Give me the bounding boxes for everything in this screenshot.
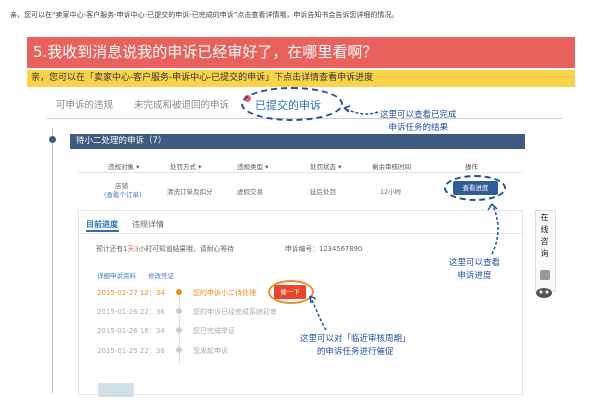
annotation-1-line1: 这里可以查看已完成 — [380, 110, 457, 120]
top-note: 亲，您可以在“卖家中心-客户服务-申诉中心-已提交的申诉-已完成的申诉”点击查看… — [10, 11, 399, 19]
link-appeal-material[interactable]: 详细申诉资料 — [97, 270, 136, 280]
answer-highlight: 亲，您可以在「卖家中心-客户服务-申诉中心-已提交的申诉」下点击详情查看申诉进度 — [27, 70, 575, 87]
estimate-suffix: 小时可知道结果哦，请耐心等待 — [138, 245, 234, 253]
tab-appealable-violations[interactable]: 可申诉的违规 — [56, 97, 113, 111]
timeline-text-3: 您发起申诉 — [193, 347, 228, 355]
side-char-0: 在 — [540, 213, 549, 222]
annotation-2-line2: 申诉进度 — [457, 271, 492, 281]
annotation-ellipse-tab — [241, 87, 343, 121]
timeline-dot-icon — [176, 327, 182, 333]
page-spine — [52, 128, 53, 393]
estimate-highlight: 天3 — [127, 245, 139, 253]
estimate-text: 预计还有1天3小时可知道结果哦，请耐心等待 — [96, 243, 234, 253]
cell-remaining: 12小时 — [380, 188, 402, 196]
col-violation-object[interactable]: 违规对象 ▾ — [108, 161, 139, 171]
tab-violation-detail[interactable]: 违规详情 — [132, 219, 164, 230]
timeline-dot-active-icon — [176, 289, 182, 295]
side-char-3: 询 — [540, 249, 549, 258]
timeline-dot-icon — [176, 347, 182, 353]
annotation-arrow-3-icon — [309, 295, 327, 331]
annotation-arrow-1-icon — [343, 105, 379, 115]
timeline-date-2: 2015-01-26 18：34 — [97, 327, 165, 335]
mascot-icon — [536, 288, 552, 298]
annotation-text-3: 这里可以对「临近审核周期」 的申诉任务进行催促 — [300, 333, 411, 359]
col-penalty-method[interactable]: 处罚方式 ▾ — [170, 161, 201, 171]
timeline-dot-icon — [176, 308, 182, 314]
case-label: 申诉编号： — [285, 245, 319, 253]
annotation-2-line1: 这里可以查看 — [449, 258, 501, 268]
annotation-text-1: 这里可以查看已完成 申诉任务的结果 — [380, 109, 457, 135]
cell-status: 延后处罚 — [310, 188, 336, 196]
spine-node-icon — [49, 136, 56, 143]
chevron-down-icon[interactable] — [540, 270, 550, 280]
annotation-3-line2: 的申诉任务进行催促 — [317, 347, 394, 357]
annotation-text-2: 这里可以查看 申诉进度 — [449, 257, 500, 283]
side-char-1: 线 — [540, 225, 549, 234]
subtab-divider — [78, 233, 523, 234]
case-number: 申诉编号：1234567890 — [285, 243, 362, 253]
tab-current-progress[interactable]: 目前进度 — [86, 219, 118, 230]
timeline-date-0: 2015-01-27 12：34 — [97, 289, 165, 297]
timeline-date-1: 2015-01-26 22：36 — [97, 308, 165, 316]
question-banner: 5.我收到消息说我的申诉已经审好了，在哪里看啊？ — [27, 37, 575, 68]
case-value: 1234567890 — [318, 245, 363, 253]
bottom-thumbnail — [98, 383, 134, 397]
timeline-date-3: 2015-01-25 22：36 — [97, 347, 165, 355]
col-action: 操作 — [465, 163, 478, 171]
tab-unfinished-appeals[interactable]: 未完成和被退回的申诉 — [134, 97, 229, 111]
timeline-text-0: 您的申诉小二待处理 — [193, 289, 256, 297]
cell-method: 清洗订单及扣分 — [167, 188, 213, 196]
timeline-text-2: 您已完成举证 — [193, 327, 235, 335]
annotation-arrow-2-icon — [487, 203, 499, 255]
col-remaining-time: 剩余审核时间 — [372, 163, 411, 171]
table-divider — [78, 172, 523, 173]
col-penalty-status[interactable]: 处罚状态 ▾ — [310, 161, 341, 171]
active-subtab-underline — [86, 230, 119, 232]
annotation-3-line1: 这里可以对「临近审核周期」 — [300, 334, 411, 344]
cell-type: 虚假交易 — [237, 188, 263, 196]
timeline-text-1: 您的申诉已经完成系统初审 — [193, 308, 277, 316]
link-edit-evidence[interactable]: 修改凭证 — [148, 270, 174, 280]
cell-object-link[interactable]: (查看个订单) — [104, 189, 142, 199]
online-consult-label[interactable]: 在 线 咨 询 — [537, 212, 552, 260]
col-violation-type[interactable]: 违规类型 ▾ — [237, 161, 268, 171]
estimate-prefix: 预计还有1 — [96, 245, 128, 253]
side-char-2: 咨 — [540, 237, 549, 246]
pending-appeals-bar: 待小二处理的申诉（7） — [70, 134, 525, 149]
